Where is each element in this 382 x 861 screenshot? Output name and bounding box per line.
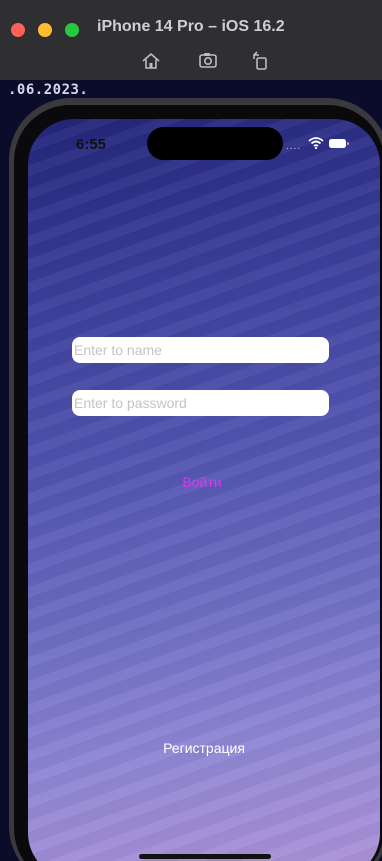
- dynamic-island: [147, 127, 283, 160]
- minimize-window-button[interactable]: [38, 23, 52, 37]
- battery-icon: [329, 139, 349, 148]
- signal-indicator: ....: [286, 141, 302, 152]
- simulator-window: iPhone 14 Pro – iOS 16.2 .06.2023. 6:55 …: [0, 0, 382, 861]
- home-icon[interactable]: [140, 50, 162, 72]
- phone-screen: 6:55 .... Войти Регистрация: [28, 119, 380, 861]
- status-time: 6:55: [76, 136, 107, 153]
- wifi-icon: [308, 137, 324, 149]
- login-button[interactable]: Войти: [176, 472, 228, 492]
- zoom-window-button[interactable]: [65, 23, 79, 37]
- editor-text: .06.2023.: [8, 82, 89, 98]
- simulator-title: iPhone 14 Pro – iOS 16.2: [97, 18, 285, 35]
- simulator-titlebar: iPhone 14 Pro – iOS 16.2: [0, 0, 382, 80]
- home-indicator[interactable]: [139, 854, 271, 859]
- screenshot-icon[interactable]: [197, 50, 219, 72]
- name-input[interactable]: [72, 337, 329, 363]
- close-window-button[interactable]: [11, 23, 25, 37]
- register-button[interactable]: Регистрация: [144, 737, 264, 759]
- rotate-icon[interactable]: [250, 50, 272, 72]
- password-input[interactable]: [72, 390, 329, 416]
